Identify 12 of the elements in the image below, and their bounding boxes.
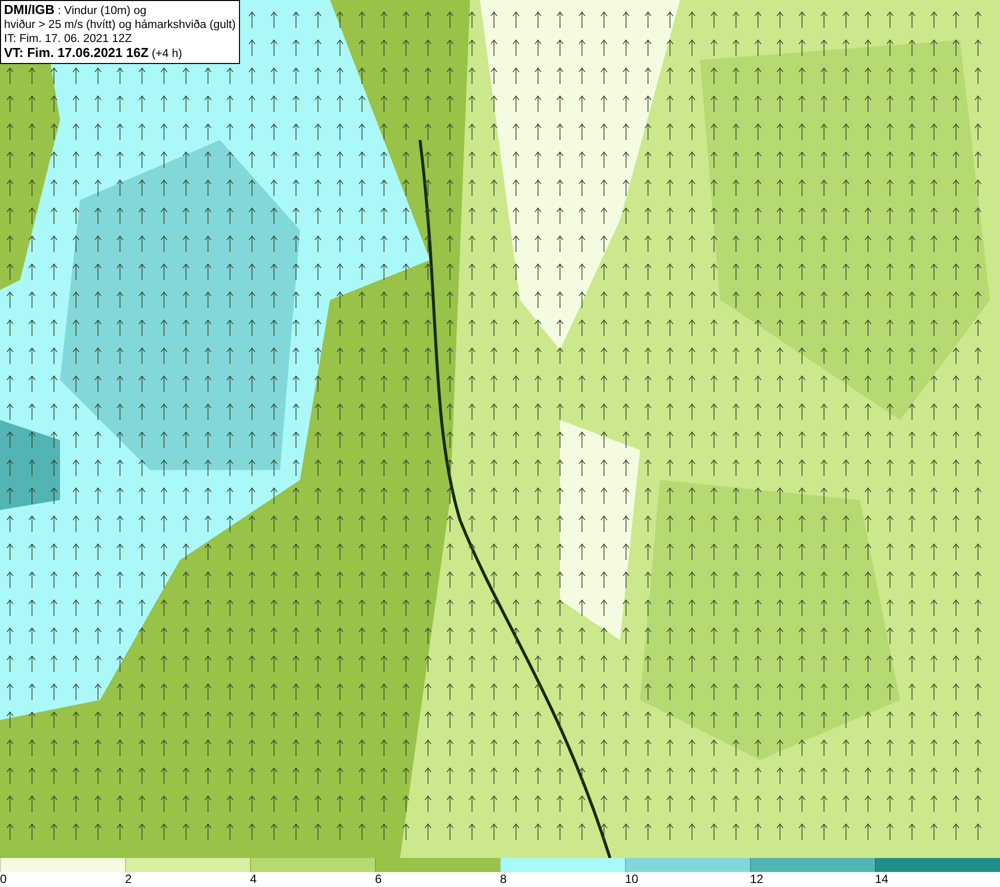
legend-label: 0 xyxy=(0,872,7,886)
info-text: IT: Fim. 17. 06. 2021 12Z xyxy=(4,32,133,46)
legend-label: 4 xyxy=(250,872,257,886)
legend-label: 14 xyxy=(875,872,888,886)
legend-label: 10 xyxy=(625,872,638,886)
info-text: VT: Fim. 17.06.2021 16Z (+4 h) xyxy=(4,46,184,61)
info-text: DMI/IGB : Vindur (10m) og xyxy=(4,3,148,18)
legend-label: 6 xyxy=(375,872,382,886)
info-text: hviður > 25 m/s (hvítt) og hámarkshviða (gult) xyxy=(4,18,236,32)
legend-label: 2 xyxy=(125,872,132,886)
legend-label: 12 xyxy=(750,872,764,886)
legend-label: 8 xyxy=(500,872,507,886)
